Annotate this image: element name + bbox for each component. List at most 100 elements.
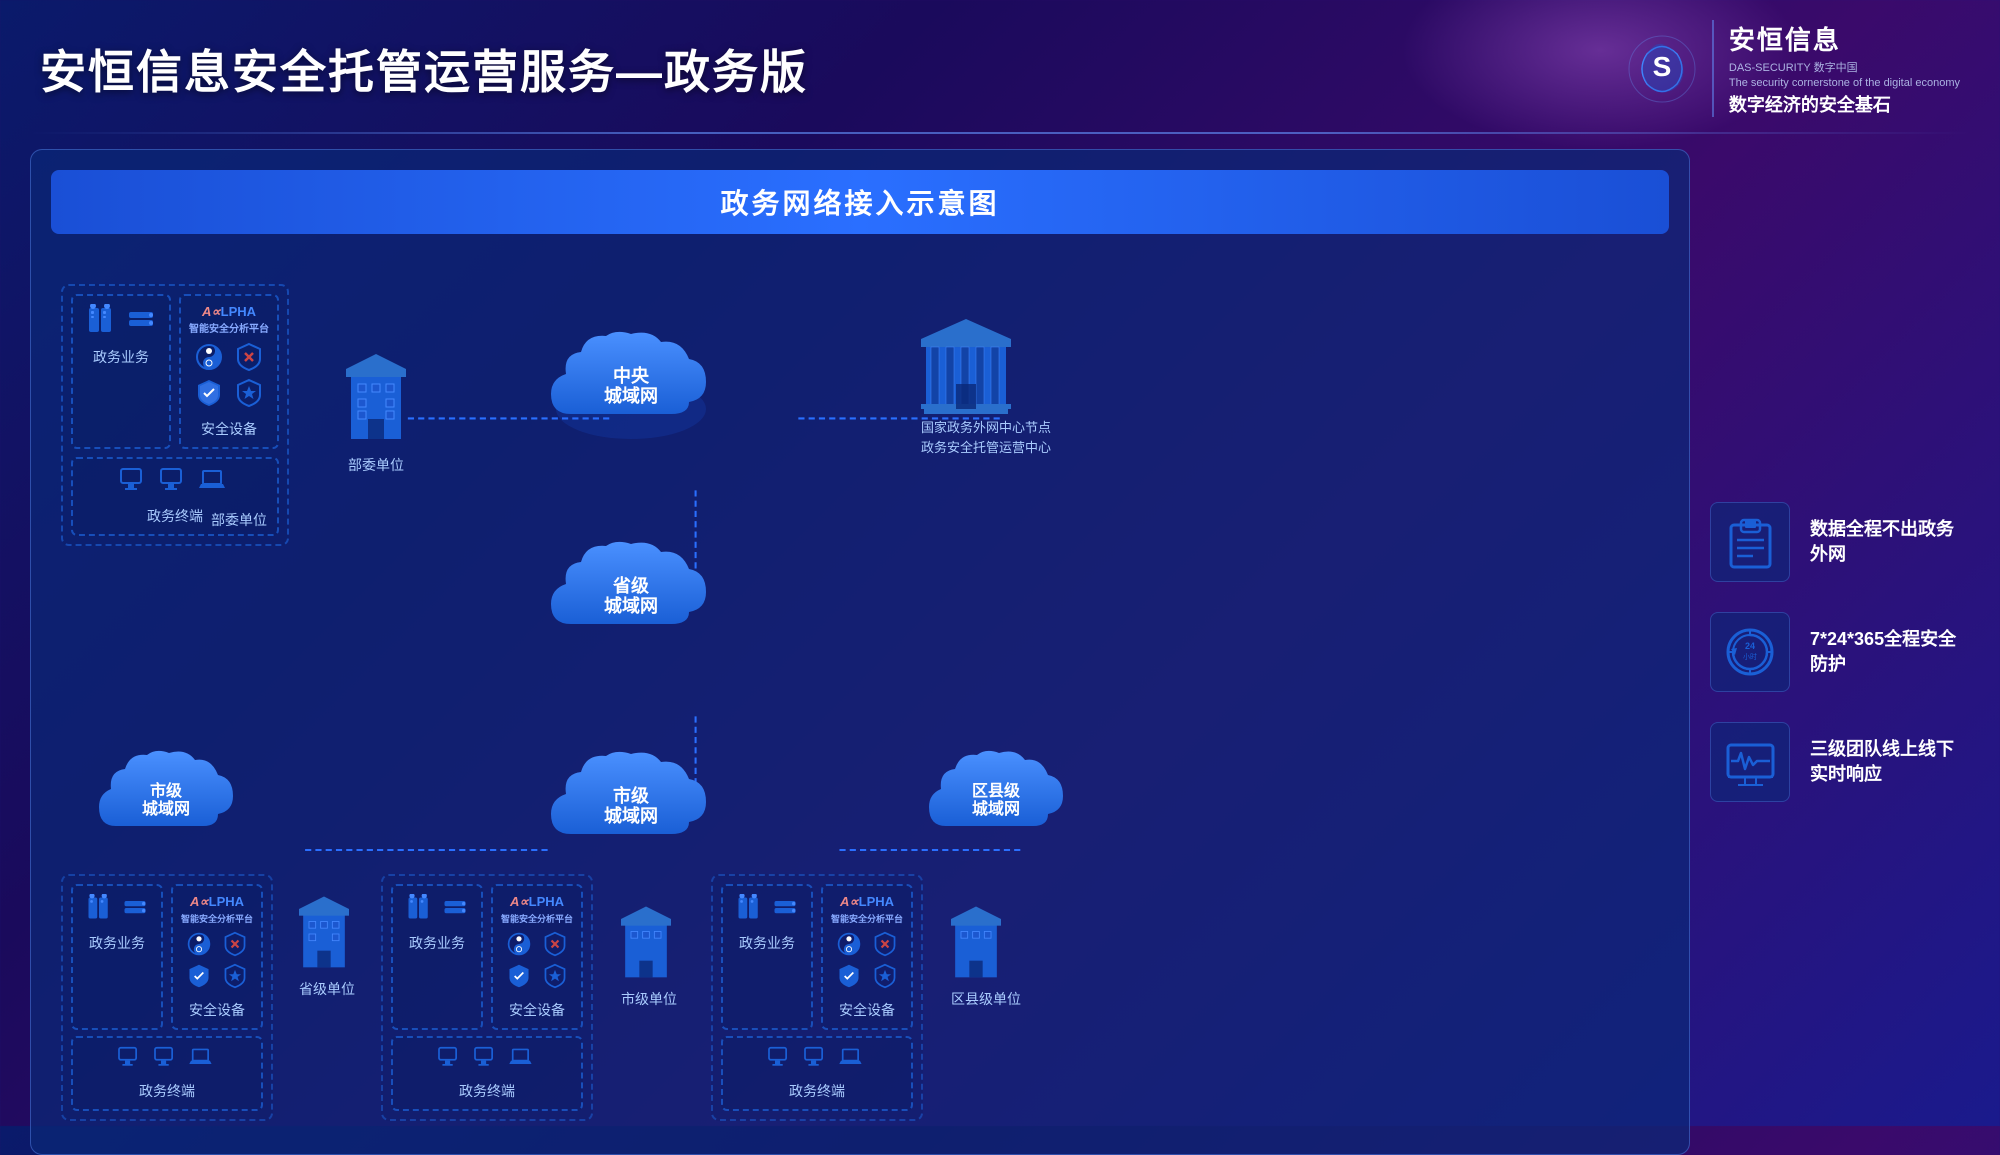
gov-business-label-district: 政务业务 <box>739 933 795 953</box>
desktop-icon-city-1 <box>437 1046 465 1070</box>
city-cloud-center-icon: 市级 城域网 <box>541 744 721 864</box>
legend-text-data-security: 数据全程不出政务外网 <box>1810 517 1970 567</box>
shield-star-icon-province <box>222 963 248 989</box>
svg-text:24: 24 <box>1744 641 1754 651</box>
gov-business-box-city: 政务业务 <box>391 884 483 1030</box>
shield-icon-city <box>506 963 532 989</box>
company-slogan: 数字经济的安全基石 <box>1729 91 1960 117</box>
ministry-label: 部委单位 <box>211 510 267 530</box>
clock-247-icon: 24 小时 <box>1723 625 1778 680</box>
legend-item-team: 三级团队线上线下实时响应 <box>1710 722 1970 802</box>
desktop-icon-province-2 <box>153 1046 181 1070</box>
server-icon-province-2 <box>121 894 149 922</box>
alpha-icons-province-2 <box>186 963 248 989</box>
desktop-icon-province-1 <box>117 1046 145 1070</box>
desktop-icon-2 <box>159 467 191 495</box>
province-terminal-icons <box>117 1046 217 1070</box>
svg-text:城域网: 城域网 <box>604 805 658 826</box>
security-equipment-label-top: 安全设备 <box>201 419 257 439</box>
shield-star-icon-city <box>542 963 568 989</box>
province-cloud-node: 省级 城域网 <box>541 534 721 654</box>
district-server-icons <box>735 894 799 922</box>
legend-icon-team <box>1710 722 1790 802</box>
server-icon-district-1 <box>735 894 763 922</box>
district-group: 政务业务 A∝LPHA 智能安全分析平台 <box>711 874 923 1121</box>
building-icon-district <box>951 904 1001 984</box>
alpha-title-province: A∝LPHA 智能安全分析平台 <box>181 894 253 925</box>
gov-terminal-label-top: 政务终端 <box>147 506 203 526</box>
laptop-icon-1 <box>199 467 231 495</box>
ministry-equipment-pair: 政务业务 A∝LPHA 智能安全分析平台 <box>71 294 279 449</box>
alpha-icons-district-1 <box>836 931 898 957</box>
alpha-title-top: A∝LPHA 智能安全分析平台 <box>189 304 269 336</box>
server-icon-2 <box>125 304 157 336</box>
logo-area: S 安恒信息 DAS-SECURITY 数字中国 The security co… <box>1627 20 1960 117</box>
building-icon-ministry <box>346 354 406 444</box>
laptop-icon-city <box>509 1046 537 1070</box>
province-building: 省级单位 <box>299 894 355 999</box>
shield-x-icon-district <box>872 931 898 957</box>
central-cloud-icon: 中央 城域网 <box>541 324 721 444</box>
legend-text-team: 三级团队线上线下实时响应 <box>1810 737 1970 787</box>
cyber-icon-1 <box>194 342 224 372</box>
main-content: 政务网络接入示意图 <box>0 149 2000 1155</box>
gov-terminal-label-district: 政务终端 <box>789 1081 845 1101</box>
gov-business-box-district: 政务业务 <box>721 884 813 1030</box>
legend-item-data-security: 数据全程不出政务外网 <box>1710 502 1970 582</box>
province-cloud-icon: 省级 城域网 <box>541 534 721 654</box>
cyber-icon-city <box>506 931 532 957</box>
district-terminal-icons <box>767 1046 867 1070</box>
gov-business-icons <box>85 304 157 336</box>
desktop-icon-city-2 <box>473 1046 501 1070</box>
gov-business-label-top: 政务业务 <box>93 347 149 367</box>
company-name: 安恒信息 <box>1729 20 1960 57</box>
national-center-label: 国家政务外网中心节点 政务安全托管运营中心 <box>921 418 1051 457</box>
cyber-icon-district <box>836 931 862 957</box>
header-divider <box>30 132 1970 134</box>
gov-terminal-label-province: 政务终端 <box>139 1081 195 1101</box>
city-server-icons <box>405 894 469 922</box>
alpha-icons-city-2 <box>506 963 568 989</box>
svg-text:中央: 中央 <box>613 365 650 386</box>
security-equipment-label-province: 安全设备 <box>189 1000 245 1020</box>
city-cloud-left-icon: 市级 城域网 <box>91 744 251 854</box>
national-building-icon <box>921 314 1011 414</box>
shield-star-icon-district <box>872 963 898 989</box>
city-cloud-left-node: 市级 城域网 <box>91 744 251 854</box>
shield-icon-1 <box>194 378 224 408</box>
province-equipment-pair: 政务业务 A∝LPHA 智能安全分析平台 <box>71 884 263 1030</box>
server-icon-province-1 <box>85 894 113 922</box>
building-icon-city <box>621 904 671 984</box>
svg-text:市级: 市级 <box>150 781 183 800</box>
company-sub2: The security cornerstone of the digital … <box>1729 77 1960 89</box>
svg-text:城域网: 城域网 <box>142 799 190 818</box>
company-sub1: DAS-SECURITY 数字中国 <box>1729 59 1960 75</box>
alpha-icons-province-1 <box>186 931 248 957</box>
district-cloud-node: 区县级 城域网 <box>921 744 1081 854</box>
svg-text:区县级: 区县级 <box>972 781 1021 800</box>
security-equipment-label-city: 安全设备 <box>509 1000 565 1020</box>
svg-text:S: S <box>1653 51 1672 82</box>
gov-terminal-box-province: 政务终端 <box>71 1036 263 1111</box>
alpha-box-district: A∝LPHA 智能安全分析平台 <box>821 884 913 1030</box>
shield-icon-district <box>836 963 862 989</box>
svg-text:小时: 小时 <box>1743 652 1757 661</box>
city-unit-label: 市级单位 <box>621 989 677 1009</box>
logo-text: 安恒信息 DAS-SECURITY 数字中国 The security corn… <box>1712 20 1960 117</box>
server-icon-city-1 <box>405 894 433 922</box>
alpha-box-province: A∝LPHA 智能安全分析平台 <box>171 884 263 1030</box>
gov-business-box-top: 政务业务 <box>71 294 171 449</box>
alpha-icons-district-2 <box>836 963 898 989</box>
server-icon-district-2 <box>771 894 799 922</box>
province-server-icons <box>85 894 149 922</box>
gov-business-label-city: 政务业务 <box>409 933 465 953</box>
svg-text:市级: 市级 <box>613 785 650 806</box>
alpha-icons-city-1 <box>506 931 568 957</box>
province-unit-label: 省级单位 <box>299 979 355 999</box>
shield-icon-province <box>186 963 212 989</box>
legend-text-fulltime: 7*24*365全程安全防护 <box>1810 627 1970 677</box>
gov-terminal-box-district: 政务终端 <box>721 1036 913 1111</box>
laptop-icon-province <box>189 1046 217 1070</box>
desktop-icon-1 <box>119 467 151 495</box>
alpha-box-city: A∝LPHA 智能安全分析平台 <box>491 884 583 1030</box>
